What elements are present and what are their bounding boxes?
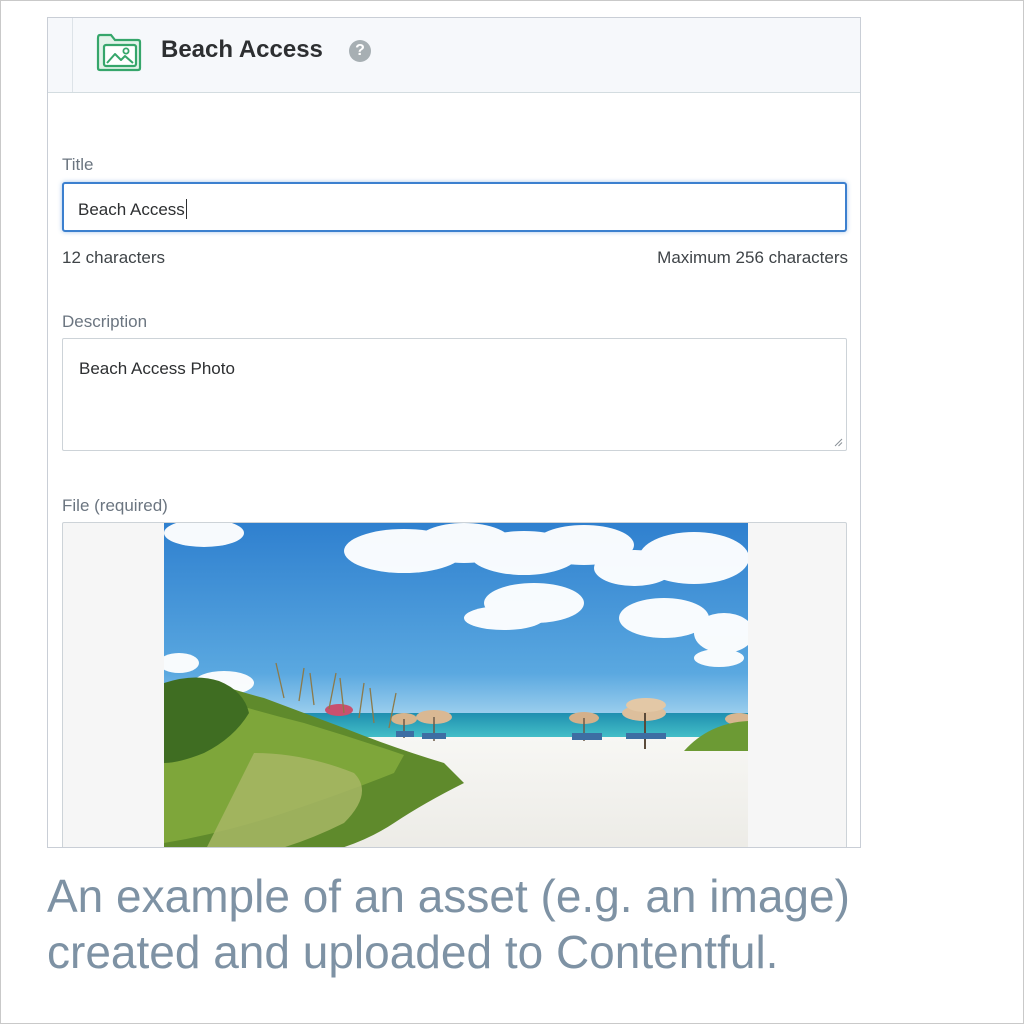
description-field-label: Description — [62, 312, 148, 331]
figure-caption: An example of an asset (e.g. an image) c… — [47, 868, 977, 980]
file-field-label: File (required) — [62, 496, 168, 515]
asset-editor-panel: Beach Access ? Title Beach Access 12 cha… — [47, 17, 861, 848]
title-character-limit: Maximum 256 characters — [657, 248, 848, 267]
description-value: Beach Access Photo — [79, 359, 235, 378]
beach-photo — [164, 523, 748, 847]
title-input[interactable]: Beach Access — [62, 182, 847, 232]
title-field-label: Title — [62, 155, 94, 174]
caption-line-2: created and uploaded to Contentful. — [47, 926, 779, 978]
header-divider — [72, 18, 73, 92]
title-character-count: 12 characters — [62, 248, 165, 267]
asset-title-heading: Beach Access — [161, 36, 323, 63]
description-textarea[interactable]: Beach Access Photo — [62, 338, 847, 451]
title-input-value: Beach Access — [78, 199, 187, 219]
text-cursor — [185, 199, 187, 219]
editor-header: Beach Access ? — [48, 18, 860, 93]
file-preview[interactable] — [62, 522, 847, 847]
caption-line-1: An example of an asset (e.g. an image) — [47, 870, 850, 922]
resize-handle-icon[interactable] — [833, 437, 843, 447]
image-folder-icon — [96, 33, 142, 72]
help-icon[interactable]: ? — [349, 40, 371, 62]
